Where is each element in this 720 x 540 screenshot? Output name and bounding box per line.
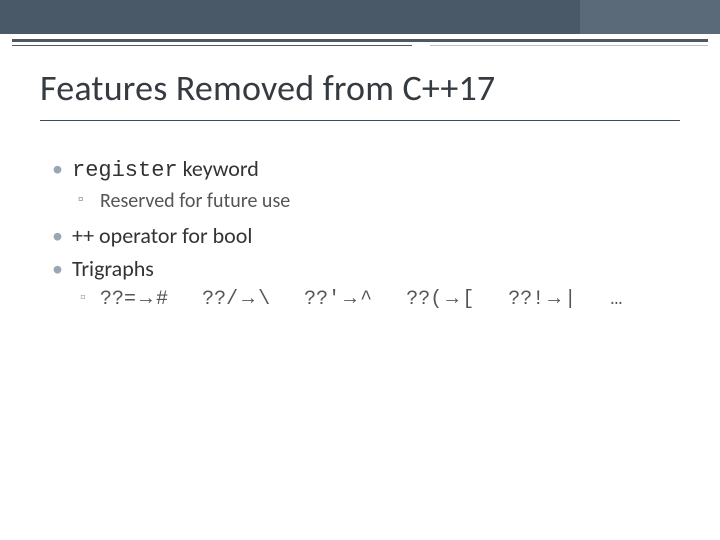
accent-line-thick bbox=[12, 39, 708, 42]
tri-src: ??= bbox=[100, 288, 136, 311]
trigraph-item: ??=→# bbox=[100, 286, 168, 313]
arrow-icon: → bbox=[242, 286, 254, 313]
bullet-list: register keyword Reserved for future use… bbox=[52, 154, 680, 313]
trigraph-item: ??(→[ bbox=[406, 286, 474, 313]
arrow-icon: → bbox=[140, 286, 152, 313]
arrow-icon: → bbox=[548, 286, 560, 313]
accent-line-thin-right bbox=[430, 45, 708, 46]
text-trigraphs: Trigraphs bbox=[72, 255, 154, 282]
code-register: register bbox=[72, 158, 178, 183]
bullet-bool-increment: ++ operator for bool bbox=[52, 221, 680, 251]
bullet-trigraphs: Trigraphs ??=→# ??/→\ ??'→^ ??(→[ bbox=[52, 254, 680, 313]
trigraph-item: ??'→^ bbox=[304, 286, 372, 313]
tri-dst: # bbox=[156, 288, 168, 311]
tri-src: ??' bbox=[304, 288, 340, 311]
tri-dst: ^ bbox=[360, 288, 372, 311]
slide: Features Removed from C++17 register key… bbox=[0, 0, 720, 540]
trigraph-item: ??!→| bbox=[508, 286, 576, 313]
sub-reserved: Reserved for future use bbox=[72, 188, 680, 215]
slide-title: Features Removed from C++17 bbox=[40, 66, 495, 110]
arrow-icon: → bbox=[446, 286, 458, 313]
trigraph-row: ??=→# ??/→\ ??'→^ ??(→[ ??!→| bbox=[72, 286, 680, 313]
top-decor-band bbox=[0, 0, 720, 34]
tri-src: ??/ bbox=[202, 288, 238, 311]
sublist-register: Reserved for future use bbox=[72, 188, 680, 215]
tri-src: ??! bbox=[508, 288, 544, 311]
title-underline bbox=[40, 120, 680, 121]
text-keyword: keyword bbox=[178, 155, 259, 182]
sublist-trigraphs: ??=→# ??/→\ ??'→^ ??(→[ ??!→| bbox=[72, 286, 680, 313]
trigraph-item: ??/→\ bbox=[202, 286, 270, 313]
top-accent-lines bbox=[0, 35, 720, 49]
accent-line-thin-left bbox=[12, 45, 412, 46]
tri-dst: [ bbox=[462, 288, 474, 311]
tri-dst: \ bbox=[258, 288, 270, 311]
tri-src: ??( bbox=[406, 288, 442, 311]
slide-body: register keyword Reserved for future use… bbox=[52, 154, 680, 319]
tri-dst: | bbox=[564, 288, 576, 311]
trigraph-ellipsis: … bbox=[610, 286, 622, 313]
arrow-icon: → bbox=[344, 286, 356, 313]
bullet-register: register keyword Reserved for future use bbox=[52, 154, 680, 215]
